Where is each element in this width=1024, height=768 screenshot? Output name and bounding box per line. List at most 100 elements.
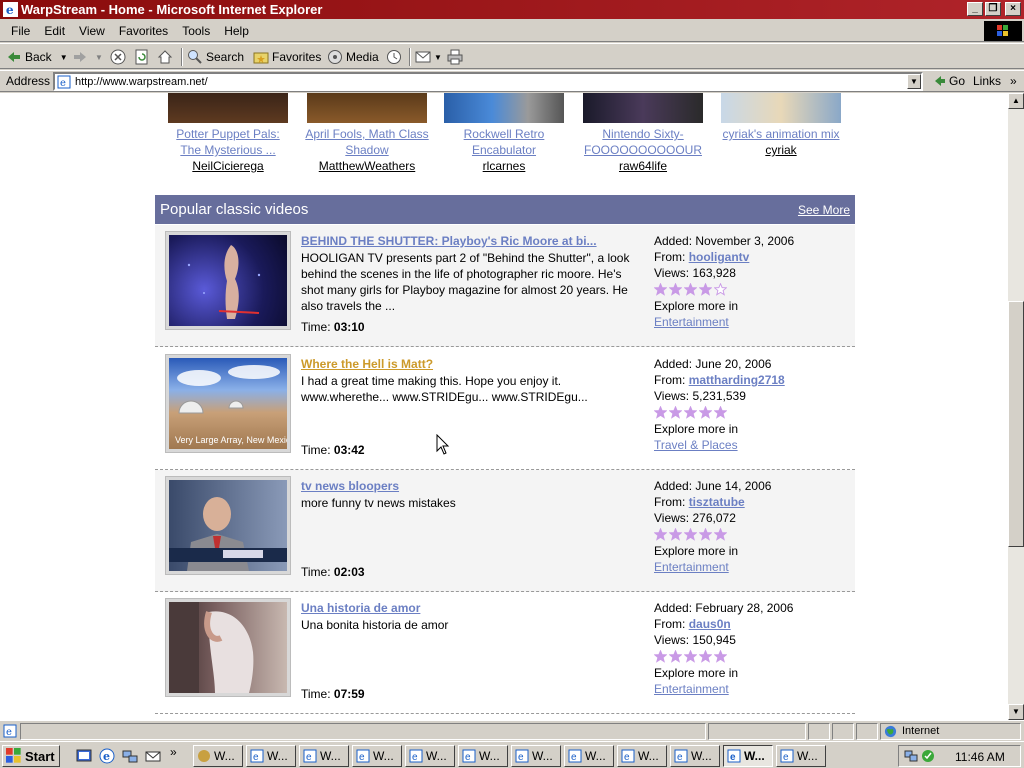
top-video-title[interactable]: Nintendo Sixty- FOOOOOOOOOOUR xyxy=(573,126,713,158)
thumbnail-caption: Very Large Array, New Mexico xyxy=(175,435,287,445)
links-chevron-icon[interactable]: » xyxy=(1010,74,1017,88)
star-filled-icon xyxy=(669,406,682,419)
page-content: Potter Puppet Pals: The Mysterious ... Ne… xyxy=(0,93,1008,720)
menu-file[interactable]: File xyxy=(4,23,37,39)
video-title-link[interactable]: BEHIND THE SHUTTER: Playboy's Ric Moore … xyxy=(301,234,597,248)
video-views: Views: 163,928 xyxy=(654,266,736,280)
uploader-link[interactable]: hooligantv xyxy=(689,250,750,264)
security-tray-icon[interactable] xyxy=(921,749,935,763)
media-icon xyxy=(328,50,342,64)
media-button[interactable]: Media xyxy=(327,48,379,66)
taskbar-window-10[interactable]: e W... xyxy=(670,745,720,767)
vertical-scrollbar[interactable]: ▲ ▼ xyxy=(1008,93,1024,720)
video-thumbnail[interactable]: Very Large Array, New Mexico xyxy=(169,358,287,449)
favorites-button[interactable]: Favorites xyxy=(253,48,321,66)
minimize-button[interactable]: _ xyxy=(967,2,983,16)
address-input[interactable]: e http://www.warpstream.net/ ▼ xyxy=(53,72,923,91)
stop-button[interactable] xyxy=(110,48,129,66)
outlook-quicklaunch-icon[interactable] xyxy=(145,748,161,764)
top-video-title[interactable]: Potter Puppet Pals: The Mysterious ... xyxy=(158,126,298,158)
favorites-folder-icon xyxy=(253,52,269,64)
top-video-user[interactable]: rlcarnes xyxy=(434,158,574,174)
category-link[interactable]: Entertainment xyxy=(654,559,854,575)
network-quicklaunch-icon[interactable] xyxy=(122,748,138,764)
uploader-link[interactable]: daus0n xyxy=(689,617,731,631)
ie-quicklaunch-icon[interactable]: e xyxy=(99,748,115,764)
video-title-link[interactable]: Where the Hell is Matt? xyxy=(301,357,433,371)
top-video-title[interactable]: Rockwell Retro Encabulator xyxy=(434,126,574,158)
top-video-user[interactable]: NeilCicierega xyxy=(158,158,298,174)
home-button[interactable] xyxy=(157,48,176,66)
uploader-link[interactable]: mattharding2718 xyxy=(689,373,785,387)
video-thumbnail[interactable] xyxy=(169,480,287,571)
network-tray-icon[interactable] xyxy=(904,749,918,763)
taskbar-window-7[interactable]: e W... xyxy=(511,745,561,767)
menu-tools[interactable]: Tools xyxy=(175,23,217,39)
address-dropdown-icon[interactable]: ▼ xyxy=(907,74,921,89)
forward-button[interactable]: ▼ xyxy=(72,48,103,66)
show-desktop-icon[interactable] xyxy=(76,748,92,764)
video-thumbnail-frame[interactable] xyxy=(165,598,291,697)
video-thumbnail[interactable] xyxy=(444,93,564,123)
search-button[interactable]: Search xyxy=(187,48,244,66)
category-link[interactable]: Travel & Places xyxy=(654,437,854,453)
video-thumbnail-frame[interactable]: Very Large Array, New Mexico xyxy=(165,354,291,453)
taskbar-window-3[interactable]: e W... xyxy=(299,745,349,767)
forward-arrow-icon xyxy=(74,52,86,62)
taskbar-window-1[interactable]: W... xyxy=(193,745,243,767)
scrollbar-thumb[interactable] xyxy=(1008,301,1024,547)
video-thumbnail-frame[interactable] xyxy=(165,231,291,330)
taskbar-window-9[interactable]: e W... xyxy=(617,745,667,767)
close-button[interactable]: × xyxy=(1005,2,1021,16)
start-button[interactable]: Start xyxy=(2,745,60,767)
explore-label: Explore more in xyxy=(654,666,739,680)
menu-view[interactable]: View xyxy=(72,23,112,39)
see-more-link[interactable]: See More xyxy=(798,203,850,217)
taskbar-window-2[interactable]: e W... xyxy=(246,745,296,767)
star-filled-icon xyxy=(699,406,712,419)
menu-help[interactable]: Help xyxy=(217,23,256,39)
links-button[interactable]: Links xyxy=(973,74,1001,88)
top-video-user[interactable]: raw64life xyxy=(573,158,713,174)
video-title-link[interactable]: Una historia de amor xyxy=(301,601,420,615)
top-video-title[interactable]: April Fools, Math Class Shadow xyxy=(297,126,437,158)
taskbar-window-12[interactable]: e W... xyxy=(776,745,826,767)
history-button[interactable] xyxy=(386,48,405,66)
star-rating xyxy=(654,405,854,420)
video-thumbnail[interactable] xyxy=(168,93,288,123)
menu-favorites[interactable]: Favorites xyxy=(112,23,175,39)
video-thumbnail[interactable] xyxy=(583,93,703,123)
top-video-user[interactable]: MatthewWeathers xyxy=(297,158,437,174)
category-link[interactable]: Entertainment xyxy=(654,314,854,330)
video-thumbnail[interactable] xyxy=(307,93,427,123)
status-cell xyxy=(832,723,854,740)
uploader-link[interactable]: tisztatube xyxy=(689,495,745,509)
video-title-link[interactable]: tv news bloopers xyxy=(301,479,399,493)
back-button[interactable]: Back ▼ xyxy=(6,48,68,66)
refresh-button[interactable] xyxy=(134,48,153,66)
star-filled-icon xyxy=(714,650,727,663)
taskbar-window-6[interactable]: e W... xyxy=(458,745,508,767)
go-button[interactable]: Go xyxy=(933,74,965,88)
top-video-title[interactable]: cyriak's animation mix xyxy=(711,126,851,142)
scroll-down-icon[interactable]: ▼ xyxy=(1008,704,1024,720)
mail-button[interactable]: ▼ xyxy=(415,48,442,66)
video-thumbnail[interactable] xyxy=(169,235,287,326)
taskbar-window-8[interactable]: e W... xyxy=(564,745,614,767)
top-video-user[interactable]: cyriak xyxy=(711,142,851,158)
taskbar-window-5[interactable]: e W... xyxy=(405,745,455,767)
video-thumbnail-frame[interactable] xyxy=(165,476,291,575)
menu-edit[interactable]: Edit xyxy=(37,23,72,39)
taskbar-window-active[interactable]: e W... xyxy=(723,745,773,767)
status-cell xyxy=(708,723,806,740)
taskbar-window-4[interactable]: e W... xyxy=(352,745,402,767)
video-thumbnail[interactable] xyxy=(169,602,287,693)
video-thumbnail[interactable] xyxy=(721,93,841,123)
mail-dropdown-icon[interactable]: ▼ xyxy=(434,53,442,62)
back-dropdown-icon[interactable]: ▼ xyxy=(60,53,68,62)
quicklaunch-chevron-icon[interactable]: » xyxy=(170,745,177,759)
category-link[interactable]: Entertainment xyxy=(654,681,854,697)
print-button[interactable] xyxy=(447,48,466,66)
restore-button[interactable]: ❐ xyxy=(985,2,1001,16)
scroll-up-icon[interactable]: ▲ xyxy=(1008,93,1024,109)
